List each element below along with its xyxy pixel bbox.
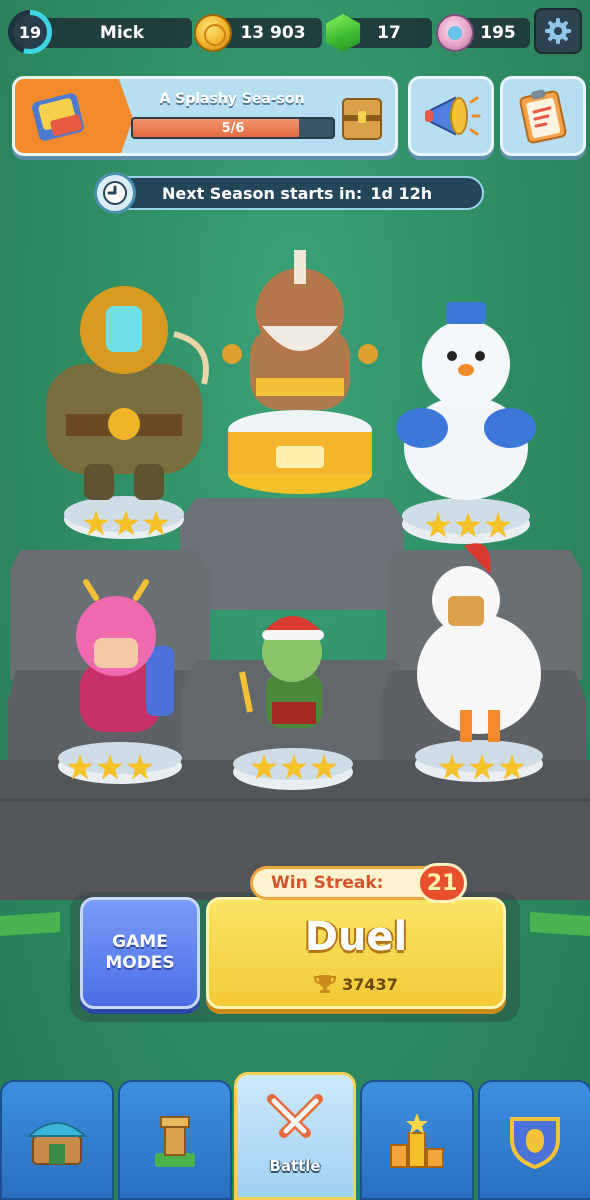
gear-icon (545, 18, 571, 44)
star-icon (281, 754, 307, 780)
game-modes-label-line2: MODES (105, 953, 175, 973)
duel-button[interactable]: Duel 37437 (206, 897, 506, 1009)
star-icon (485, 512, 511, 538)
star-icon (425, 512, 451, 538)
star-icon (143, 510, 169, 536)
news-button[interactable] (408, 76, 494, 156)
figure-stars-pink-archer (54, 754, 166, 780)
clipboard-icon (519, 89, 567, 144)
season-timer: Next Season starts in: 1d 12h (104, 176, 484, 210)
figure-diver[interactable] (24, 264, 224, 544)
nav-collection[interactable] (118, 1080, 232, 1200)
coins-counter[interactable]: 13 903 (194, 14, 322, 52)
clock-icon (94, 172, 136, 214)
player-level: 19 (13, 15, 47, 49)
season-sticker-icon (32, 93, 84, 141)
player-level-badge[interactable]: 19 (8, 10, 52, 54)
shop-icon (26, 1122, 88, 1165)
bottom-nav: Battle (0, 1072, 590, 1200)
gems-counter[interactable]: 17 (325, 14, 432, 52)
settings-button[interactable] (534, 8, 582, 54)
figure-bearded-warrior[interactable] (210, 246, 390, 496)
gems-value: 17 (377, 23, 401, 43)
swords-icon (267, 1094, 323, 1138)
win-streak-value: 21 (417, 863, 467, 903)
tokens-value: 195 (480, 23, 516, 43)
shield-icon (510, 1117, 560, 1170)
star-icon (127, 754, 153, 780)
tokens-counter[interactable]: 195 (436, 14, 530, 52)
podium-icon (390, 1113, 444, 1168)
game-modes-label-line1: GAME (112, 932, 168, 952)
star-icon (67, 754, 93, 780)
nav-leaderboard[interactable] (360, 1080, 474, 1200)
top-bar: 19 Mick 13 903 17 195 (6, 8, 584, 54)
win-streak-label: Win Streak: (271, 873, 384, 893)
tower-icon (155, 1116, 195, 1167)
timer-label: Next Season starts in: (162, 183, 363, 203)
timer-value: 1d 12h (370, 183, 433, 203)
star-icon (311, 754, 337, 780)
season-title: A Splashy Sea-son (159, 91, 305, 107)
game-modes-button[interactable]: GAME MODES (80, 897, 200, 1009)
coin-icon (194, 14, 232, 52)
star-icon (251, 754, 277, 780)
star-icon (455, 512, 481, 538)
figure-snowman[interactable] (386, 298, 546, 548)
figure-stars-diver (70, 510, 182, 536)
token-icon (436, 14, 474, 52)
figure-chicken-warrior[interactable] (404, 534, 554, 784)
star-icon (499, 754, 525, 780)
figure-stars-chicken-warrior (426, 754, 538, 780)
figure-stars-goblin-santa (238, 754, 350, 780)
nav-battle-label: Battle (269, 1157, 321, 1175)
nav-shop[interactable] (0, 1080, 114, 1200)
player-name[interactable]: Mick (34, 18, 192, 48)
star-icon (83, 510, 109, 536)
trophy-icon (314, 975, 337, 993)
star-icon (439, 754, 465, 780)
nav-clan[interactable] (478, 1080, 590, 1200)
megaphone-icon (425, 96, 481, 136)
season-progress-bar: 5/6 (131, 117, 335, 139)
figure-stars-snowman (412, 512, 524, 538)
star-icon (469, 754, 495, 780)
season-banner[interactable]: A Splashy Sea-son 5/6 (12, 76, 398, 156)
quests-button[interactable] (500, 76, 586, 156)
chest-icon (342, 98, 382, 140)
nav-battle[interactable]: Battle (234, 1072, 356, 1200)
star-icon (113, 510, 139, 536)
duel-trophy-count: 37437 (209, 974, 503, 994)
star-icon (97, 754, 123, 780)
duel-trophies-value: 37437 (342, 974, 398, 994)
duel-label: Duel (304, 914, 408, 960)
coins-value: 13 903 (240, 23, 306, 43)
season-progress-text: 5/6 (221, 120, 245, 136)
gem-icon (325, 14, 361, 52)
win-streak-badge: Win Streak: 21 (250, 863, 467, 903)
